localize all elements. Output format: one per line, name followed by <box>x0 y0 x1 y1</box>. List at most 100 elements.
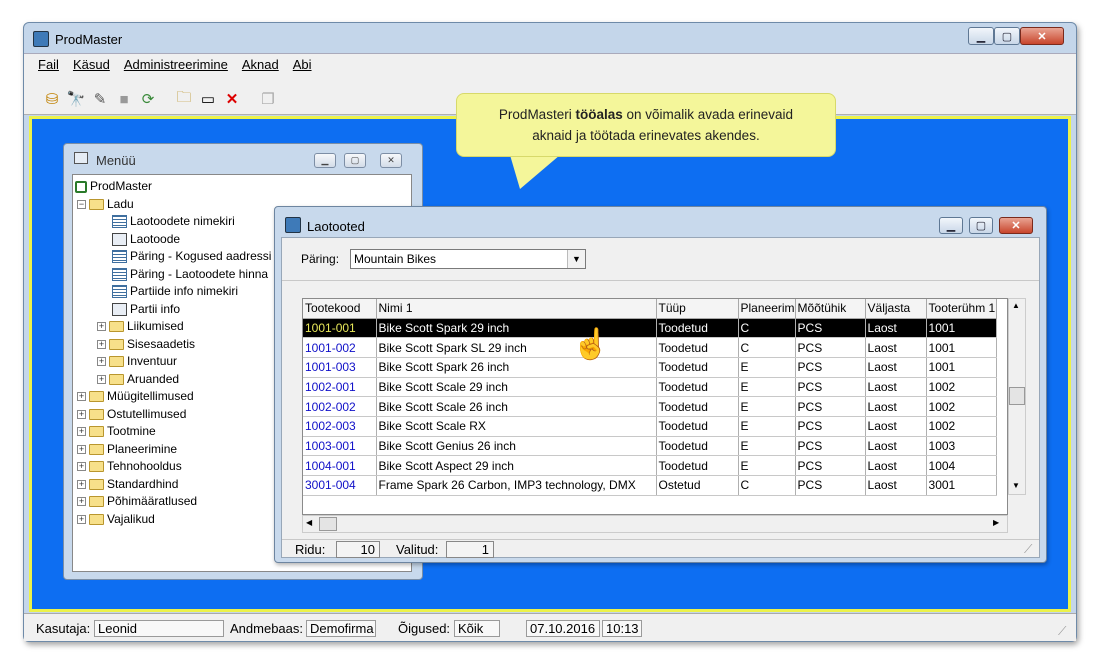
table-row[interactable]: 1001-002 Bike Scott Spark SL 29 inch Toode… <box>303 337 997 358</box>
tree-item-label: Laotoodete nimekiri <box>130 214 235 228</box>
menu-administreerimine[interactable]: Administreerimine <box>124 57 228 72</box>
table-cell: Laost <box>865 377 927 398</box>
table-cell: PCS <box>795 318 866 339</box>
table-row[interactable]: 1004-001 Bike Scott Aspect 29 inch Toodetu… <box>303 455 997 476</box>
column-header[interactable]: Tüüp <box>656 299 739 319</box>
expand-toggle-icon[interactable]: + <box>77 444 86 454</box>
expand-toggle-icon[interactable]: − <box>77 199 86 209</box>
table-row[interactable]: 1002-003 Bike Scott Scale RX Toodetud E PCS L… <box>303 416 997 437</box>
tree-item[interactable]: Päring - Laotoodete hinna <box>97 266 268 283</box>
menu-aknad[interactable]: Aknad <box>242 57 279 72</box>
expand-toggle-icon[interactable]: + <box>77 479 86 489</box>
tree-item[interactable]: Päring - Kogused aadressi <box>97 248 271 265</box>
dropdown-arrow-icon[interactable]: ▼ <box>567 250 585 268</box>
expand-toggle-icon[interactable]: + <box>97 357 106 366</box>
scroll-left-icon[interactable]: ◀ <box>306 518 312 527</box>
tree-item[interactable]: + Tehnohooldus <box>77 458 182 475</box>
table-cell: Laost <box>865 357 927 378</box>
tree-item[interactable]: + Müügitellimused <box>77 388 194 405</box>
column-header[interactable]: Väljasta <box>865 299 927 319</box>
tree-item[interactable]: Laotoodete nimekiri <box>97 213 235 230</box>
query-select[interactable]: Mountain Bikes ▼ <box>350 249 586 269</box>
scroll-right-icon[interactable]: ▶ <box>993 518 999 527</box>
expand-toggle-icon[interactable]: + <box>97 322 106 331</box>
minimize-button[interactable]: ▁ <box>968 27 994 45</box>
hscroll-thumb[interactable] <box>319 517 337 531</box>
table-cell: Bike Scott Scale 29 inch <box>376 377 657 398</box>
scroll-up-icon[interactable]: ▲ <box>1012 301 1020 310</box>
vertical-scrollbar[interactable]: ▲ ▼ <box>1008 298 1026 495</box>
column-header[interactable]: Nimi 1 <box>376 299 657 319</box>
tree-item[interactable]: Partiide info nimekiri <box>97 283 238 300</box>
menu-close-button[interactable]: ✕ <box>380 153 402 168</box>
table-cell: 1003 <box>926 436 997 457</box>
scroll-thumb[interactable] <box>1009 387 1025 405</box>
table-row[interactable]: 1003-001 Bike Scott Genius 26 inch Toodetu… <box>303 436 997 457</box>
expand-toggle-icon[interactable]: + <box>77 514 86 524</box>
tree-item[interactable]: ProdMaster <box>75 178 152 195</box>
menu-maximize-button[interactable]: ▢ <box>344 153 366 168</box>
edit-icon[interactable]: ✎ <box>90 89 110 109</box>
table-row[interactable]: 1001-003 Bike Scott Spark 26 inch Toodetud… <box>303 357 997 378</box>
expand-toggle-icon[interactable]: + <box>97 339 106 349</box>
column-header[interactable]: Tootekood <box>303 299 377 319</box>
resize-grip-icon[interactable]: ⟋ <box>1024 542 1032 557</box>
horizontal-scrollbar[interactable]: ◀ ▶ <box>302 515 1008 533</box>
new-record-icon[interactable]: ⛁ <box>42 89 62 109</box>
tree-item[interactable]: + Liikumised <box>97 318 184 335</box>
table-row[interactable]: 1002-001 Bike Scott Scale 29 inch Toodetud… <box>303 377 997 398</box>
tree-item[interactable]: + Planeerimine <box>77 441 177 458</box>
find-icon[interactable]: 🔭 <box>66 89 86 109</box>
delete-icon[interactable]: ✕ <box>222 89 242 109</box>
save-icon[interactable]: ■ <box>114 89 134 109</box>
table-row[interactable]: 3001-004 Frame Spark 26 Carbon, IMP3 tech… <box>303 475 997 496</box>
laotooted-maximize-button[interactable]: ▢ <box>969 217 993 234</box>
expand-toggle-icon[interactable]: + <box>97 374 106 384</box>
tree-item-label: Päring - Laotoodete hinna <box>130 266 269 281</box>
main-resize-grip-icon[interactable]: ⟋ <box>1058 624 1066 639</box>
open-window-icon[interactable]: ▭ <box>198 89 218 109</box>
menu-window-title: Menüü <box>96 153 136 168</box>
tree-item[interactable]: + Inventuur <box>97 353 177 370</box>
menu-fail[interactable]: Fail <box>38 57 59 72</box>
tree-item[interactable]: + Vajalikud <box>77 511 155 528</box>
close-button[interactable]: ✕ <box>1020 27 1064 45</box>
folder-icon <box>89 461 104 472</box>
scroll-down-icon[interactable]: ▼ <box>1012 481 1020 490</box>
maximize-button[interactable]: ▢ <box>994 27 1020 45</box>
laotooted-close-button[interactable]: ✕ <box>999 217 1033 234</box>
expand-toggle-icon[interactable]: + <box>77 409 86 419</box>
new-folder-icon[interactable]: 🗀 <box>174 89 194 109</box>
tree-item[interactable]: + Standardhind <box>77 476 178 493</box>
laotooted-minimize-button[interactable]: ▁ <box>939 217 963 234</box>
tree-item[interactable]: − Ladu <box>77 196 134 213</box>
tree-item[interactable]: + Sisesaadetis <box>97 336 195 353</box>
column-header[interactable]: Mõõtühik <box>795 299 866 319</box>
tree-item[interactable]: + Põhimääratlused <box>77 493 197 510</box>
valitud-label: Valitud: <box>396 542 439 557</box>
table-row[interactable]: 1001-001 Bike Scott Spark 29 inch Toodetud… <box>303 318 997 339</box>
divider <box>282 280 1039 281</box>
title-bar[interactable]: ProdMaster ▁ ▢ ✕ <box>24 23 1076 53</box>
laotooted-window[interactable]: Laotooted ▁ ▢ ✕ Päring: Mountain Bikes ▼… <box>274 206 1047 563</box>
expand-toggle-icon[interactable]: + <box>77 392 86 401</box>
tree-item[interactable]: Laotoode <box>97 231 180 248</box>
refresh-icon[interactable]: ⟳ <box>138 89 158 109</box>
laotooted-window-icon <box>285 217 301 233</box>
menu-abi[interactable]: Abi <box>293 57 312 72</box>
tree-item[interactable]: Partii info <box>97 301 180 318</box>
table-row[interactable]: 1002-002 Bike Scott Scale 26 inch Toodetud… <box>303 396 997 417</box>
table-cell: 1002 <box>926 396 997 417</box>
expand-toggle-icon[interactable]: + <box>77 497 86 506</box>
tree-item[interactable]: + Ostutellimused <box>77 406 186 423</box>
column-header[interactable]: Tooterühm 1 <box>926 299 997 319</box>
copy-icon[interactable]: ❐ <box>258 89 278 109</box>
menu-minimize-button[interactable]: ▁ <box>314 153 336 168</box>
menu-kasud[interactable]: Käsud <box>73 57 110 72</box>
expand-toggle-icon[interactable]: + <box>77 462 86 471</box>
callout-text-bold: tööalas <box>575 107 623 122</box>
expand-toggle-icon[interactable]: + <box>77 427 86 436</box>
column-header[interactable]: Planeerim <box>738 299 796 319</box>
tree-item[interactable]: + Aruanded <box>97 371 179 388</box>
tree-item[interactable]: + Tootmine <box>77 423 156 440</box>
